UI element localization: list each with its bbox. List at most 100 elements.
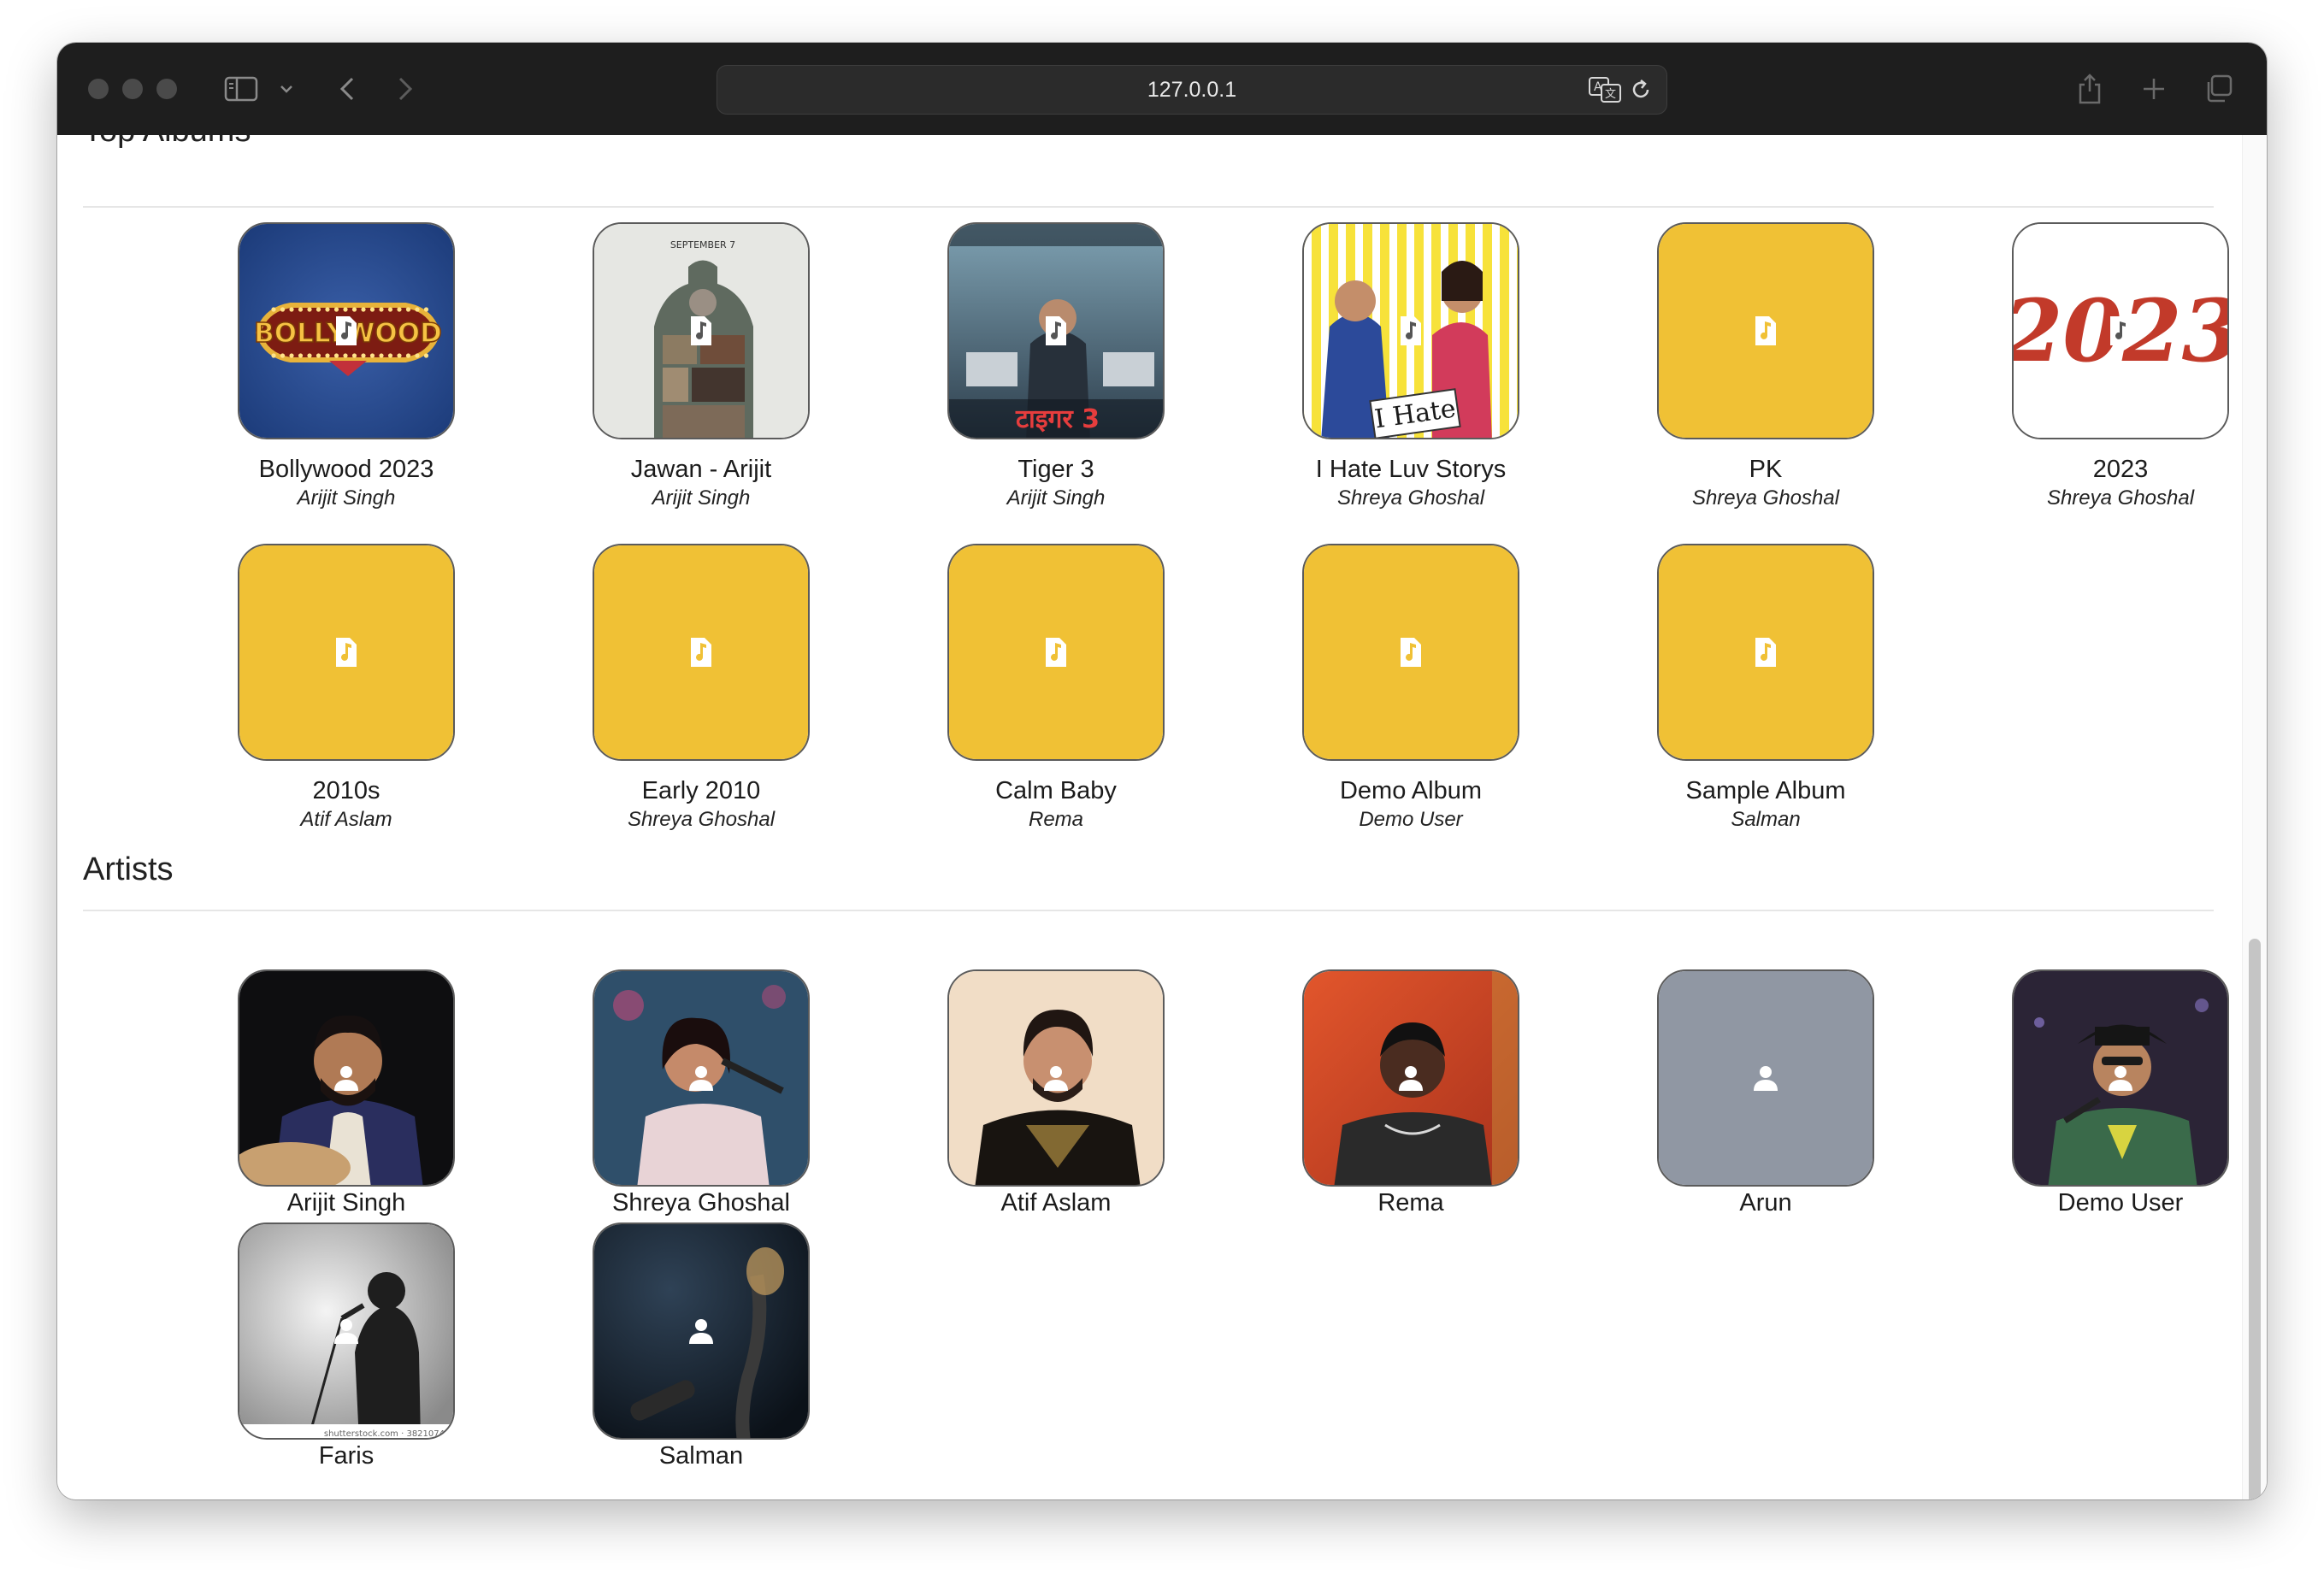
translate-icon[interactable]: A文 [1588, 74, 1622, 105]
album-card-jawan-arijit[interactable]: SEPTEMBER 7 Jawan - Arijit Arijit Singh [523, 222, 879, 511]
album-artist[interactable]: Salman [1588, 807, 1944, 833]
close-window-button[interactable] [88, 79, 109, 99]
album-artist[interactable]: Arijit Singh [878, 486, 1234, 511]
album-artist[interactable]: Shreya Ghoshal [523, 807, 879, 833]
album-artist[interactable]: Shreya Ghoshal [1943, 486, 2267, 511]
album-card-2010s[interactable]: 2010s Atif Aslam [168, 544, 524, 833]
album-artist[interactable]: Arijit Singh [523, 486, 879, 511]
person-icon [2106, 1064, 2135, 1092]
artist-card-rema[interactable]: Rema [1233, 969, 1589, 1217]
artist-name[interactable]: Arun [1588, 1188, 1944, 1217]
artist-name[interactable]: Shreya Ghoshal [523, 1188, 879, 1217]
zoom-window-button[interactable] [156, 79, 177, 99]
browser-window: 127.0.0.1 A文 Top Albums BOLLYWOOD Bollyw… [57, 43, 2267, 1499]
album-cover[interactable]: 2023 [2012, 222, 2229, 439]
back-icon[interactable] [334, 70, 360, 108]
album-artist[interactable]: Arijit Singh [168, 486, 524, 511]
album-artist[interactable]: Atif Aslam [168, 807, 524, 833]
artist-name[interactable]: Salman [523, 1441, 879, 1470]
artist-name[interactable]: Demo User [1943, 1188, 2267, 1217]
album-cover[interactable]: BOLLYWOOD [238, 222, 455, 439]
album-title[interactable]: Tiger 3 [878, 455, 1234, 484]
album-card-i-hate-luv-storys[interactable]: I Hate I Hate Luv Storys Shreya Ghoshal [1233, 222, 1589, 511]
new-tab-icon[interactable] [2137, 70, 2171, 108]
section-title-artists: Artists [83, 851, 174, 887]
album-artist[interactable]: Shreya Ghoshal [1588, 486, 1944, 511]
artist-card-shreya-ghoshal[interactable]: Shreya Ghoshal [523, 969, 879, 1217]
album-card-pk[interactable]: PK Shreya Ghoshal [1588, 222, 1944, 511]
album-card-bollywood-2023[interactable]: BOLLYWOOD Bollywood 2023 Arijit Singh [168, 222, 524, 511]
chevron-down-icon[interactable] [276, 70, 297, 108]
artist-photo[interactable] [2012, 969, 2229, 1187]
music-note-icon [333, 635, 359, 669]
album-cover[interactable]: टाइगर 3 [947, 222, 1165, 439]
music-note-icon [688, 635, 714, 669]
artist-card-faris[interactable]: shutterstock.com · 3821074 Faris [168, 1222, 524, 1470]
section-divider [83, 206, 2214, 208]
scrollbar-thumb[interactable] [2249, 939, 2261, 1499]
album-cover[interactable] [593, 544, 810, 761]
artist-photo[interactable] [593, 1222, 810, 1440]
address-bar[interactable]: 127.0.0.1 A文 [717, 65, 1667, 115]
music-note-icon [2108, 314, 2133, 348]
share-icon[interactable] [2073, 70, 2107, 108]
artist-card-atif-aslam[interactable]: Atif Aslam [878, 969, 1234, 1217]
forward-icon[interactable] [392, 70, 418, 108]
artist-photo[interactable] [238, 969, 455, 1187]
person-icon [687, 1064, 716, 1092]
artist-name[interactable]: Rema [1233, 1188, 1589, 1217]
artist-card-demo-user[interactable]: Demo User [1943, 969, 2267, 1217]
artist-photo[interactable] [1302, 969, 1519, 1187]
person-icon [1041, 1064, 1071, 1092]
sidebar-icon[interactable] [222, 70, 260, 108]
album-cover[interactable]: I Hate [1302, 222, 1519, 439]
artist-card-salman[interactable]: Salman [523, 1222, 879, 1470]
minimize-window-button[interactable] [122, 79, 143, 99]
album-card-2023[interactable]: 2023 2023 Shreya Ghoshal [1943, 222, 2267, 511]
album-artist[interactable]: Shreya Ghoshal [1233, 486, 1589, 511]
page-content: Top Albums BOLLYWOOD Bollywood 2023 Arij… [57, 135, 2267, 1499]
person-icon [1751, 1064, 1780, 1092]
artist-card-arun[interactable]: Arun [1588, 969, 1944, 1217]
artist-photo[interactable]: shutterstock.com · 3821074 [238, 1222, 455, 1440]
album-cover[interactable] [1657, 544, 1874, 761]
artist-name[interactable]: Arijit Singh [168, 1188, 524, 1217]
album-title[interactable]: Bollywood 2023 [168, 455, 524, 484]
album-title[interactable]: 2010s [168, 776, 524, 805]
album-cover[interactable]: SEPTEMBER 7 [593, 222, 810, 439]
album-artist[interactable]: Demo User [1233, 807, 1589, 833]
browser-toolbar: 127.0.0.1 A文 [57, 43, 2267, 136]
music-note-icon [688, 314, 714, 348]
album-card-sample-album[interactable]: Sample Album Salman [1588, 544, 1944, 833]
album-cover[interactable] [1302, 544, 1519, 761]
album-artist[interactable]: Rema [878, 807, 1234, 833]
album-title[interactable]: Demo Album [1233, 776, 1589, 805]
vertical-scrollbar[interactable] [2242, 135, 2267, 1499]
artist-name[interactable]: Faris [168, 1441, 524, 1470]
album-cover[interactable] [947, 544, 1165, 761]
artist-photo[interactable] [947, 969, 1165, 1187]
artist-card-arijit-singh[interactable]: Arijit Singh [168, 969, 524, 1217]
artist-photo[interactable] [593, 969, 810, 1187]
tab-overview-icon[interactable] [2202, 70, 2236, 108]
album-title[interactable]: PK [1588, 455, 1944, 484]
album-card-calm-baby[interactable]: Calm Baby Rema [878, 544, 1234, 833]
album-title[interactable]: Sample Album [1588, 776, 1944, 805]
album-title[interactable]: Calm Baby [878, 776, 1234, 805]
album-title[interactable]: 2023 [1943, 455, 2267, 484]
album-title[interactable]: Jawan - Arijit [523, 455, 879, 484]
artist-photo[interactable] [1657, 969, 1874, 1187]
album-card-demo-album[interactable]: Demo Album Demo User [1233, 544, 1589, 833]
reload-icon[interactable] [1627, 76, 1655, 103]
music-note-icon [1043, 314, 1069, 348]
album-title[interactable]: I Hate Luv Storys [1233, 455, 1589, 484]
album-title[interactable]: Early 2010 [523, 776, 879, 805]
album-cover[interactable] [238, 544, 455, 761]
artist-name[interactable]: Atif Aslam [878, 1188, 1234, 1217]
album-cover[interactable] [1657, 222, 1874, 439]
album-card-early-2010[interactable]: Early 2010 Shreya Ghoshal [523, 544, 879, 833]
url-text: 127.0.0.1 [1147, 77, 1237, 102]
album-card-tiger-3[interactable]: टाइगर 3 Tiger 3 Arijit Singh [878, 222, 1234, 511]
section-title-top-albums: Top Albums [83, 135, 251, 150]
person-icon [687, 1317, 716, 1345]
